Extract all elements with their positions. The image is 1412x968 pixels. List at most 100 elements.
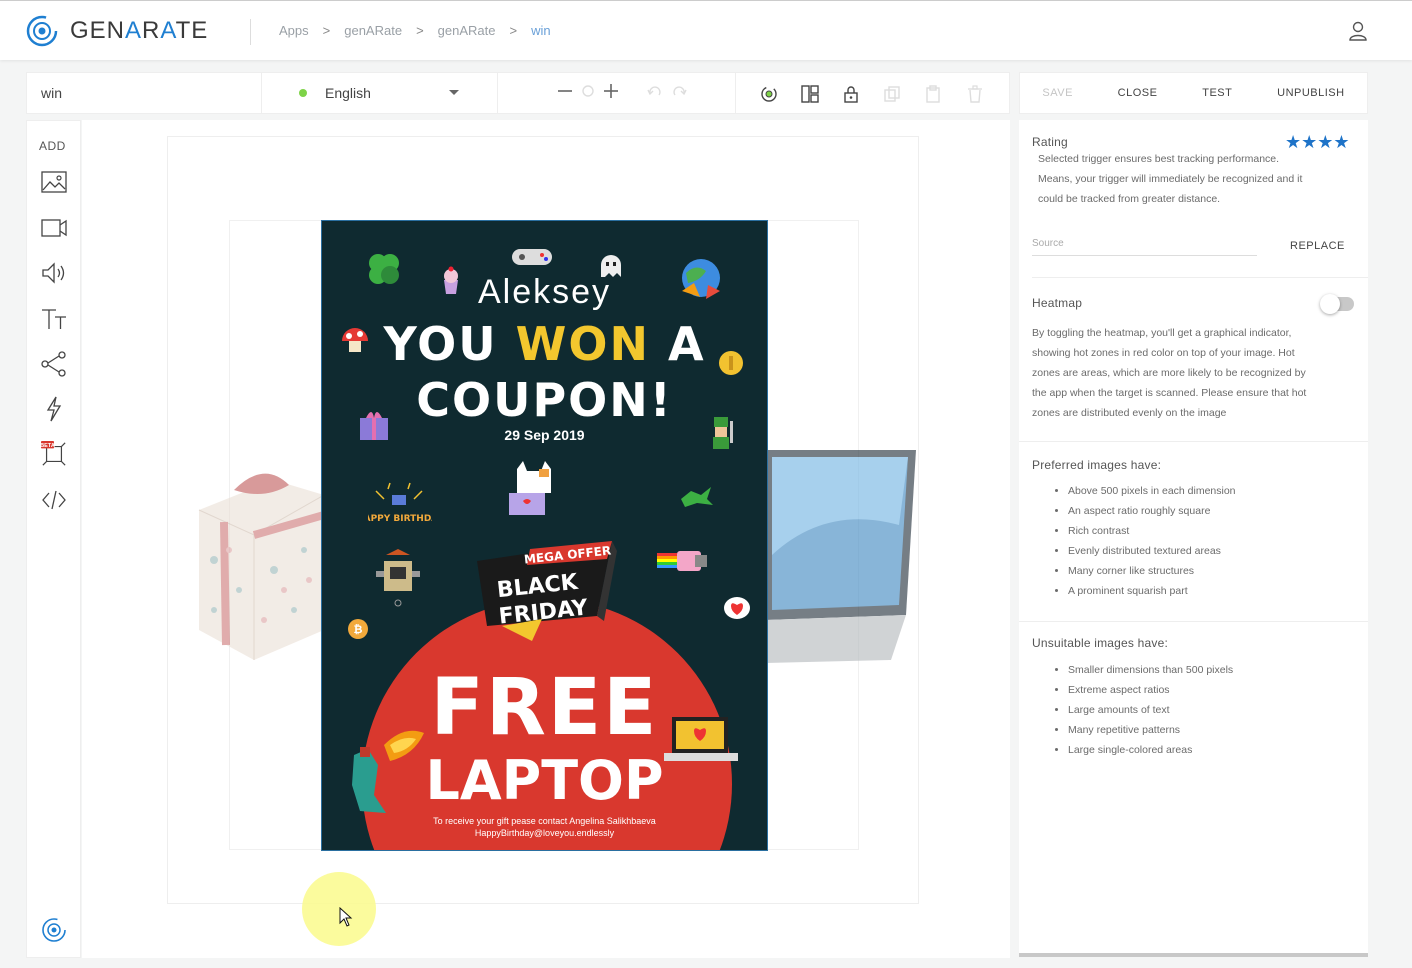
action-icon[interactable] [40,396,68,422]
zoom-in-icon[interactable] [603,83,619,99]
list-item: Above 500 pixels in each dimension [1068,481,1236,501]
list-item: Evenly distributed textured areas [1068,541,1236,561]
nyan-cat-sticker [657,551,707,571]
toggle-knob [1320,294,1340,314]
breadcrumb-current: win [531,23,551,38]
action-bar: SAVE CLOSE TEST UNPUBLISH [1019,72,1368,114]
3d-beta-icon[interactable]: BETA [40,441,68,467]
beta-badge: BETA [40,443,55,449]
breadcrumb-separator: > [416,23,424,38]
heatmap-desc-line: By toggling the heatmap, you'll get a gr… [1032,327,1292,339]
code-icon[interactable] [40,487,68,513]
share-icon[interactable] [40,351,68,377]
heatmap-desc-line: zones are areas, which are more likely t… [1032,367,1306,379]
breadcrumb-genarate-2[interactable]: genARate [438,23,496,38]
rating-desc-line: could be tracked from greater distance. [1038,193,1221,205]
source-underline [1032,255,1257,256]
heart-bubble-sticker [724,597,750,619]
ar-scan-icon[interactable] [40,916,68,944]
logo-text: GENARATE [70,17,209,44]
list-item: Smaller dimensions than 500 pixels [1068,660,1233,680]
breadcrumb-genarate-1[interactable]: genARate [344,23,402,38]
happy-birthday-text: HAPPY BIRTHDAY [368,514,432,524]
preferred-list: Above 500 pixels in each dimension An as… [1068,481,1236,601]
target-preview-icon[interactable] [759,84,779,104]
heatmap-desc-line: the app when the target is scanned. Plea… [1032,387,1307,399]
paste-icon[interactable] [923,84,943,104]
breadcrumb-separator: > [322,23,331,38]
trash-icon[interactable] [965,84,985,104]
rating-desc-line: Selected trigger ensures best tracking p… [1038,153,1280,165]
editor-toolbar: win English [26,72,1010,114]
language-status-dot [299,89,307,97]
poster-coupon: COUPON! [416,373,673,427]
poster-contact-email: HappyBirthday@loveyou.endlessly [474,828,615,838]
mouse-cursor-icon [339,907,353,927]
preferred-label: Preferred images have: [1032,458,1162,472]
target-name[interactable]: win [41,85,62,101]
top-bar: GENARATE Apps > genARate > genARate > wi… [0,0,1412,60]
source-input[interactable]: Source [1032,234,1064,254]
video-icon[interactable] [40,215,68,241]
rating-desc-line: Means, your trigger will immediately be … [1038,173,1303,185]
replace-button[interactable]: REPLACE [1290,240,1345,252]
breadcrumb-separator: > [509,23,518,38]
zoom-reset-icon[interactable] [581,84,595,98]
redo-icon[interactable] [671,84,687,98]
zoom-out-icon[interactable] [557,83,573,99]
dragon-sticker [681,487,713,507]
robot-sticker [376,549,420,607]
heatmap-label: Heatmap [1032,296,1083,310]
lock-icon[interactable] [841,84,861,104]
panel-scrollbar[interactable] [1019,953,1368,957]
poster-contact-line-1: To receive your gift pease contact Angel… [433,816,656,826]
heatmap-desc-line: zones are distributed evenly on the imag… [1032,407,1227,419]
unsuitable-label: Unsuitable images have: [1032,636,1169,650]
toolbar-divider [497,73,498,113]
rating-label: Rating [1032,135,1068,149]
user-icon[interactable] [1348,21,1368,41]
test-button[interactable]: TEST [1202,87,1232,99]
copy-icon[interactable] [882,84,902,104]
list-item: Extreme aspect ratios [1068,680,1233,700]
list-item: A prominent squarish part [1068,581,1236,601]
text-icon[interactable] [40,306,68,332]
unpublish-button[interactable]: UNPUBLISH [1277,87,1344,99]
list-item: Large single-colored areas [1068,740,1233,760]
language-select[interactable]: English [299,85,459,101]
poster-recipient-name: Aleksey [477,273,612,311]
laptop-heart-sticker [664,717,738,761]
target-image-poster[interactable]: HAPPY BIRTHDAY ₿ Aleksey YOU WON A COUPO… [321,220,768,851]
breadcrumb-apps[interactable]: Apps [279,23,309,38]
save-button[interactable]: SAVE [1042,87,1073,99]
poster-contact: To receive your gift pease contact Angel… [322,815,767,839]
audio-icon[interactable] [40,260,68,286]
unsuitable-list: Smaller dimensions than 500 pixels Extre… [1068,660,1233,760]
poster-headline: YOU WON A [383,317,706,371]
chevron-down-icon [449,90,459,95]
heatmap-section: Heatmap By toggling the heatmap, you'll … [1019,278,1368,442]
list-item: Large amounts of text [1068,700,1233,720]
happy-birthday-sticker: HAPPY BIRTHDAY [368,482,432,524]
laptop-image[interactable] [766,445,916,665]
image-icon[interactable] [40,169,68,195]
undo-icon[interactable] [647,84,663,98]
list-item: An aspect ratio roughly square [1068,501,1236,521]
genarate-logo[interactable]: GENARATE [26,15,208,47]
black-friday-badge: MEGA OFFER BLACK FRIDAY [477,541,617,641]
list-item: Many repetitive patterns [1068,720,1233,740]
layout-icon[interactable] [800,84,820,104]
editor-canvas[interactable]: HAPPY BIRTHDAY ₿ Aleksey YOU WON A COUPO… [82,120,1010,958]
language-value: English [325,85,371,101]
close-button[interactable]: CLOSE [1118,87,1158,99]
gift-box-image[interactable] [194,440,324,660]
add-label: ADD [39,139,66,153]
unsuitable-section: Unsuitable images have: Smaller dimensio… [1019,622,1368,782]
target-info-panel: Rating ★★★★ Selected trigger ensures bes… [1019,120,1368,956]
add-sidebar: ADD BETA [26,120,81,958]
heatmap-description: By toggling the heatmap, you'll get a gr… [1032,323,1306,423]
heatmap-toggle[interactable] [1320,294,1354,314]
gamepad-sticker [512,249,552,265]
preferred-section: Preferred images have: Above 500 pixels … [1019,442,1368,622]
toolbar-divider [735,73,736,113]
